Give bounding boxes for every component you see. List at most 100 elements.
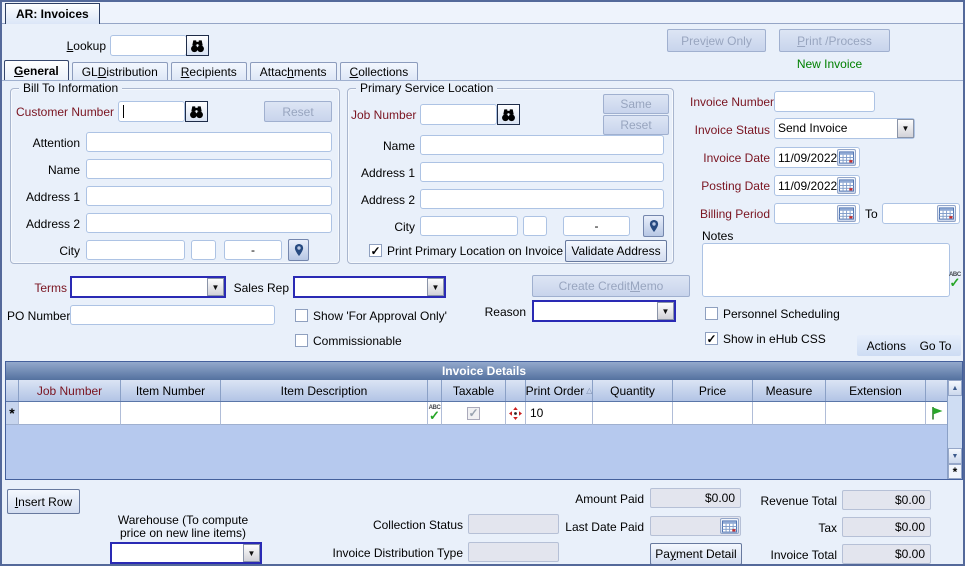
calendar-icon[interactable] <box>837 205 856 222</box>
create-credit-memo-button[interactable]: Create Credit Memo <box>532 275 690 297</box>
personnel-scheduling-checkbox[interactable] <box>705 307 718 320</box>
po-number-input[interactable] <box>70 305 275 325</box>
cell-measure[interactable] <box>753 402 826 425</box>
new-record-button[interactable]: * <box>948 464 962 479</box>
calendar-icon[interactable] <box>720 518 739 534</box>
posting-date-field[interactable]: 11/09/2022 <box>774 175 860 196</box>
cell-print-order[interactable]: 10 <box>526 402 593 425</box>
service-same-button[interactable]: Same <box>603 94 669 114</box>
header-print-order[interactable]: Print Order △ <box>526 380 593 401</box>
service-address1-input[interactable] <box>420 162 664 182</box>
show-ehub-checkbox[interactable] <box>705 332 718 345</box>
bill-to-address2-input[interactable] <box>86 213 332 233</box>
bill-to-state-input[interactable] <box>191 240 216 260</box>
new-record-icon: * <box>952 464 958 479</box>
header-quantity[interactable]: Quantity <box>593 380 673 401</box>
window-tab-ar-invoices[interactable]: AR: Invoices <box>5 3 100 24</box>
calendar-icon[interactable] <box>937 205 956 222</box>
chevron-down-icon[interactable] <box>427 278 444 296</box>
taxable-checkbox[interactable] <box>467 406 480 420</box>
commissionable-checkbox[interactable] <box>295 334 308 347</box>
payment-detail-button[interactable]: Pa y ment Detail <box>650 543 742 564</box>
actions-button[interactable]: Actions <box>863 339 910 353</box>
calendar-icon[interactable] <box>837 149 856 166</box>
invoice-number-input[interactable] <box>774 91 875 112</box>
invoice-date-label: Invoice Date <box>703 151 770 165</box>
header-taxable[interactable]: Taxable <box>442 380 506 401</box>
show-approval-checkbox[interactable] <box>295 309 308 322</box>
personnel-scheduling-label: Personnel Scheduling <box>723 307 840 321</box>
header-item-description[interactable]: Item Description <box>221 380 428 401</box>
bill-to-address2-label: Address 2 <box>25 217 80 231</box>
service-city-input[interactable] <box>420 216 518 236</box>
header-measure[interactable]: Measure <box>753 380 826 401</box>
cell-move[interactable] <box>506 402 526 425</box>
insert-row-button[interactable]: Insert Row <box>7 489 80 514</box>
header-extension[interactable]: Extension <box>826 380 926 401</box>
item-description-cell-input[interactable] <box>221 402 427 424</box>
invoice-status-combo[interactable]: Send Invoice <box>774 118 915 139</box>
calendar-icon[interactable] <box>837 177 856 194</box>
job-number-search-button[interactable] <box>497 104 520 125</box>
scrollbar-track[interactable] <box>948 396 962 448</box>
scroll-down-button[interactable]: ▼ <box>948 448 962 464</box>
cell-flag[interactable] <box>926 402 947 425</box>
cell-extension[interactable] <box>826 402 926 425</box>
job-number-cell-input[interactable] <box>19 402 120 424</box>
warehouse-combo[interactable] <box>110 542 262 564</box>
billing-period-from-field[interactable] <box>774 203 860 224</box>
bill-to-name-input[interactable] <box>86 159 332 179</box>
chevron-down-icon[interactable] <box>243 544 260 562</box>
tab-gl-distribution[interactable]: GL Distribution <box>71 62 168 81</box>
sales-rep-combo[interactable] <box>293 276 446 298</box>
notes-textarea[interactable] <box>702 243 950 297</box>
chevron-down-icon[interactable] <box>657 302 674 320</box>
chevron-down-icon[interactable] <box>897 119 914 138</box>
tab-general[interactable]: General <box>4 60 69 81</box>
scroll-up-button[interactable]: ▲ <box>948 380 962 396</box>
job-number-input[interactable] <box>420 104 497 125</box>
terms-combo[interactable] <box>70 276 226 298</box>
tab-attachments[interactable]: Attac h ments <box>249 62 337 81</box>
attention-input[interactable] <box>86 132 332 152</box>
header-price[interactable]: Price <box>673 380 753 401</box>
preview-only-button[interactable]: Prev i ew Only <box>667 29 766 52</box>
service-name-input[interactable] <box>420 135 664 155</box>
customer-number-input[interactable] <box>118 101 185 122</box>
lookup-search-button[interactable] <box>186 35 209 56</box>
chevron-down-icon[interactable] <box>207 278 224 296</box>
header-job-number[interactable]: Job Number <box>19 380 121 401</box>
bill-to-map-button[interactable] <box>288 239 309 261</box>
cell-price[interactable] <box>673 402 753 425</box>
customer-number-search-button[interactable] <box>185 101 208 122</box>
service-address2-input[interactable] <box>420 189 664 209</box>
invoice-date-field[interactable]: 11/09/2022 <box>774 147 860 168</box>
bill-to-city-input[interactable] <box>86 240 185 260</box>
bill-to-address1-input[interactable] <box>86 186 332 206</box>
billing-period-to-field[interactable] <box>882 203 960 224</box>
lookup-input[interactable] <box>110 35 187 56</box>
goto-button[interactable]: Go To <box>916 339 956 353</box>
service-map-button[interactable] <box>643 215 664 237</box>
cell-taxable <box>442 402 506 425</box>
table-scrollbar[interactable]: ▲ ▼ * <box>947 380 962 479</box>
service-reset-button[interactable]: Reset <box>603 115 669 135</box>
spellcheck-icon[interactable]: ABC ✓ <box>949 272 961 289</box>
print-process-button[interactable]: Print /Process <box>779 29 890 52</box>
service-zip-input[interactable]: - <box>563 216 630 236</box>
cell-quantity[interactable] <box>593 402 673 425</box>
row-selector[interactable]: * <box>6 402 19 425</box>
item-number-cell-input[interactable] <box>121 402 220 424</box>
print-primary-checkbox[interactable] <box>369 244 382 257</box>
service-state-input[interactable] <box>523 216 547 236</box>
validate-address-button[interactable]: Validate Address <box>565 240 667 262</box>
cell-spellcheck[interactable]: ABC ✓ <box>428 402 442 425</box>
tab-recipients[interactable]: Recipients <box>170 62 247 81</box>
grid-empty-area <box>6 425 947 479</box>
bill-to-zip-input[interactable]: - <box>224 240 282 260</box>
reason-combo[interactable] <box>532 300 676 322</box>
bill-to-reset-button[interactable]: Reset <box>264 101 332 122</box>
header-flag <box>926 380 947 401</box>
header-item-number[interactable]: Item Number <box>121 380 221 401</box>
tab-collections[interactable]: Collections <box>339 62 419 81</box>
